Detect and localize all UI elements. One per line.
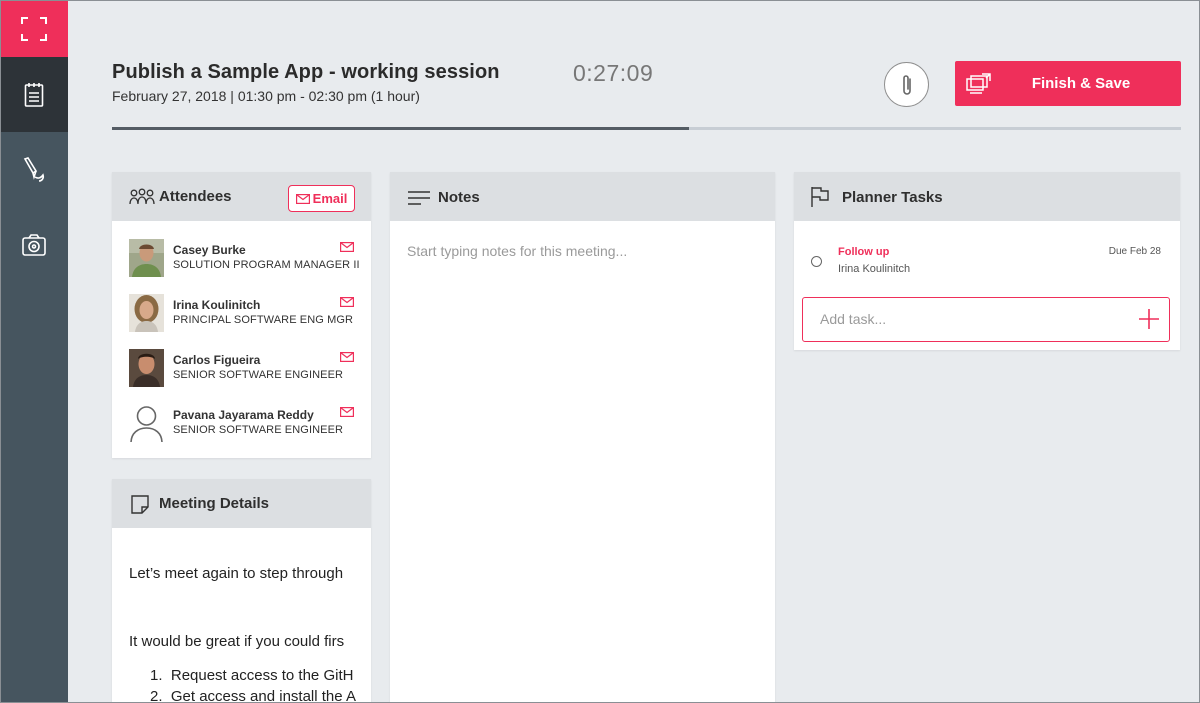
mail-icon[interactable]	[340, 352, 354, 362]
attendee-name: Carlos Figueira	[173, 353, 261, 367]
meeting-details-title: Meeting Details	[159, 495, 270, 512]
task-assignee: Irina Koulinitch	[838, 263, 911, 275]
sidebar-item-notes[interactable]	[0, 57, 68, 132]
details-paragraph: It would be great if you could firs	[129, 633, 345, 650]
notepad-icon	[24, 82, 44, 107]
attendees-header: Attendees Email	[112, 172, 371, 221]
meeting-timer: 0:27:09	[573, 60, 654, 86]
meeting-datetime: February 27, 2018 | 01:30 pm - 02:30 pm …	[112, 88, 420, 104]
mail-icon[interactable]	[340, 407, 354, 417]
fullscreen-button[interactable]	[0, 0, 68, 57]
plus-icon[interactable]	[1138, 308, 1160, 330]
attendees-title: Attendees	[159, 188, 232, 205]
people-icon	[129, 188, 155, 205]
session-progress	[112, 127, 1181, 130]
notes-input[interactable]	[390, 221, 775, 703]
sidebar-item-camera[interactable]	[0, 207, 68, 282]
add-task-field	[802, 297, 1170, 342]
mail-icon	[295, 193, 310, 204]
planner-tasks-header: Planner Tasks	[794, 172, 1180, 221]
mail-icon[interactable]	[340, 297, 354, 307]
mail-icon[interactable]	[340, 242, 354, 252]
email-label: Email	[312, 191, 348, 206]
details-list-item: 2. Get access and install the A	[150, 688, 356, 703]
camera-icon	[22, 233, 46, 256]
paperclip-icon	[902, 74, 911, 95]
attendee-role: PRINCIPAL SOFTWARE ENG MGR	[173, 314, 354, 326]
page-title: Publish a Sample App - working session	[112, 61, 500, 83]
avatar	[129, 239, 164, 277]
fullscreen-icon	[21, 16, 47, 41]
attendee-name: Casey Burke	[173, 243, 246, 257]
meeting-details-body: Let’s meet again to step through It woul…	[129, 565, 371, 703]
avatar	[129, 349, 164, 387]
attendee-name: Irina Koulinitch	[173, 298, 261, 312]
task-due-date: Due Feb 28	[1108, 246, 1161, 257]
notes-title: Notes	[438, 189, 480, 206]
attendee-role: SOLUTION PROGRAM MANAGER II	[173, 259, 360, 271]
attach-button[interactable]	[884, 62, 929, 107]
note-icon	[131, 495, 149, 514]
attendee-role: SENIOR SOFTWARE ENGINEER	[173, 424, 344, 436]
meeting-details-panel: Meeting Details Let’s meet again to step…	[112, 479, 371, 703]
email-attendees-button[interactable]: Email	[288, 185, 355, 212]
attendee-row: Irina Koulinitch PRINCIPAL SOFTWARE ENG …	[129, 294, 365, 334]
attendee-name: Pavana Jayarama Reddy	[173, 408, 314, 422]
task-complete-radio[interactable]	[811, 256, 822, 267]
attendee-row: Pavana Jayarama Reddy SENIOR SOFTWARE EN…	[129, 404, 365, 444]
details-list-item: 1. Request access to the GitH	[150, 667, 354, 684]
flag-icon	[811, 187, 829, 207]
notes-header: Notes	[390, 172, 775, 221]
add-task-input[interactable]	[803, 298, 1123, 340]
task-title[interactable]: Follow up	[838, 246, 889, 258]
avatar	[129, 294, 164, 332]
sidebar	[0, 0, 68, 703]
avatar-placeholder-icon	[129, 404, 164, 442]
notes-panel: Notes	[390, 172, 775, 703]
lines-icon	[408, 191, 430, 205]
attendee-row: Carlos Figueira SENIOR SOFTWARE ENGINEER	[129, 349, 365, 389]
sidebar-item-ink[interactable]	[0, 132, 68, 207]
details-paragraph: Let’s meet again to step through	[129, 565, 344, 582]
attendees-panel: Attendees Email Casey Burke SOLUTION PRO…	[112, 172, 371, 458]
pen-ink-icon	[23, 156, 45, 182]
finish-save-label: Finish & Save	[1031, 75, 1131, 92]
attendee-role: SENIOR SOFTWARE ENGINEER	[173, 369, 344, 381]
attendee-row: Casey Burke SOLUTION PROGRAM MANAGER II	[129, 239, 365, 279]
session-progress-fill	[112, 127, 690, 130]
meeting-details-header: Meeting Details	[112, 479, 371, 528]
planner-tasks-title: Planner Tasks	[842, 189, 943, 206]
planner-tasks-panel: Planner Tasks Follow up Irina Koulinitch…	[794, 172, 1180, 350]
finish-save-button[interactable]: Finish & Save	[955, 61, 1181, 106]
